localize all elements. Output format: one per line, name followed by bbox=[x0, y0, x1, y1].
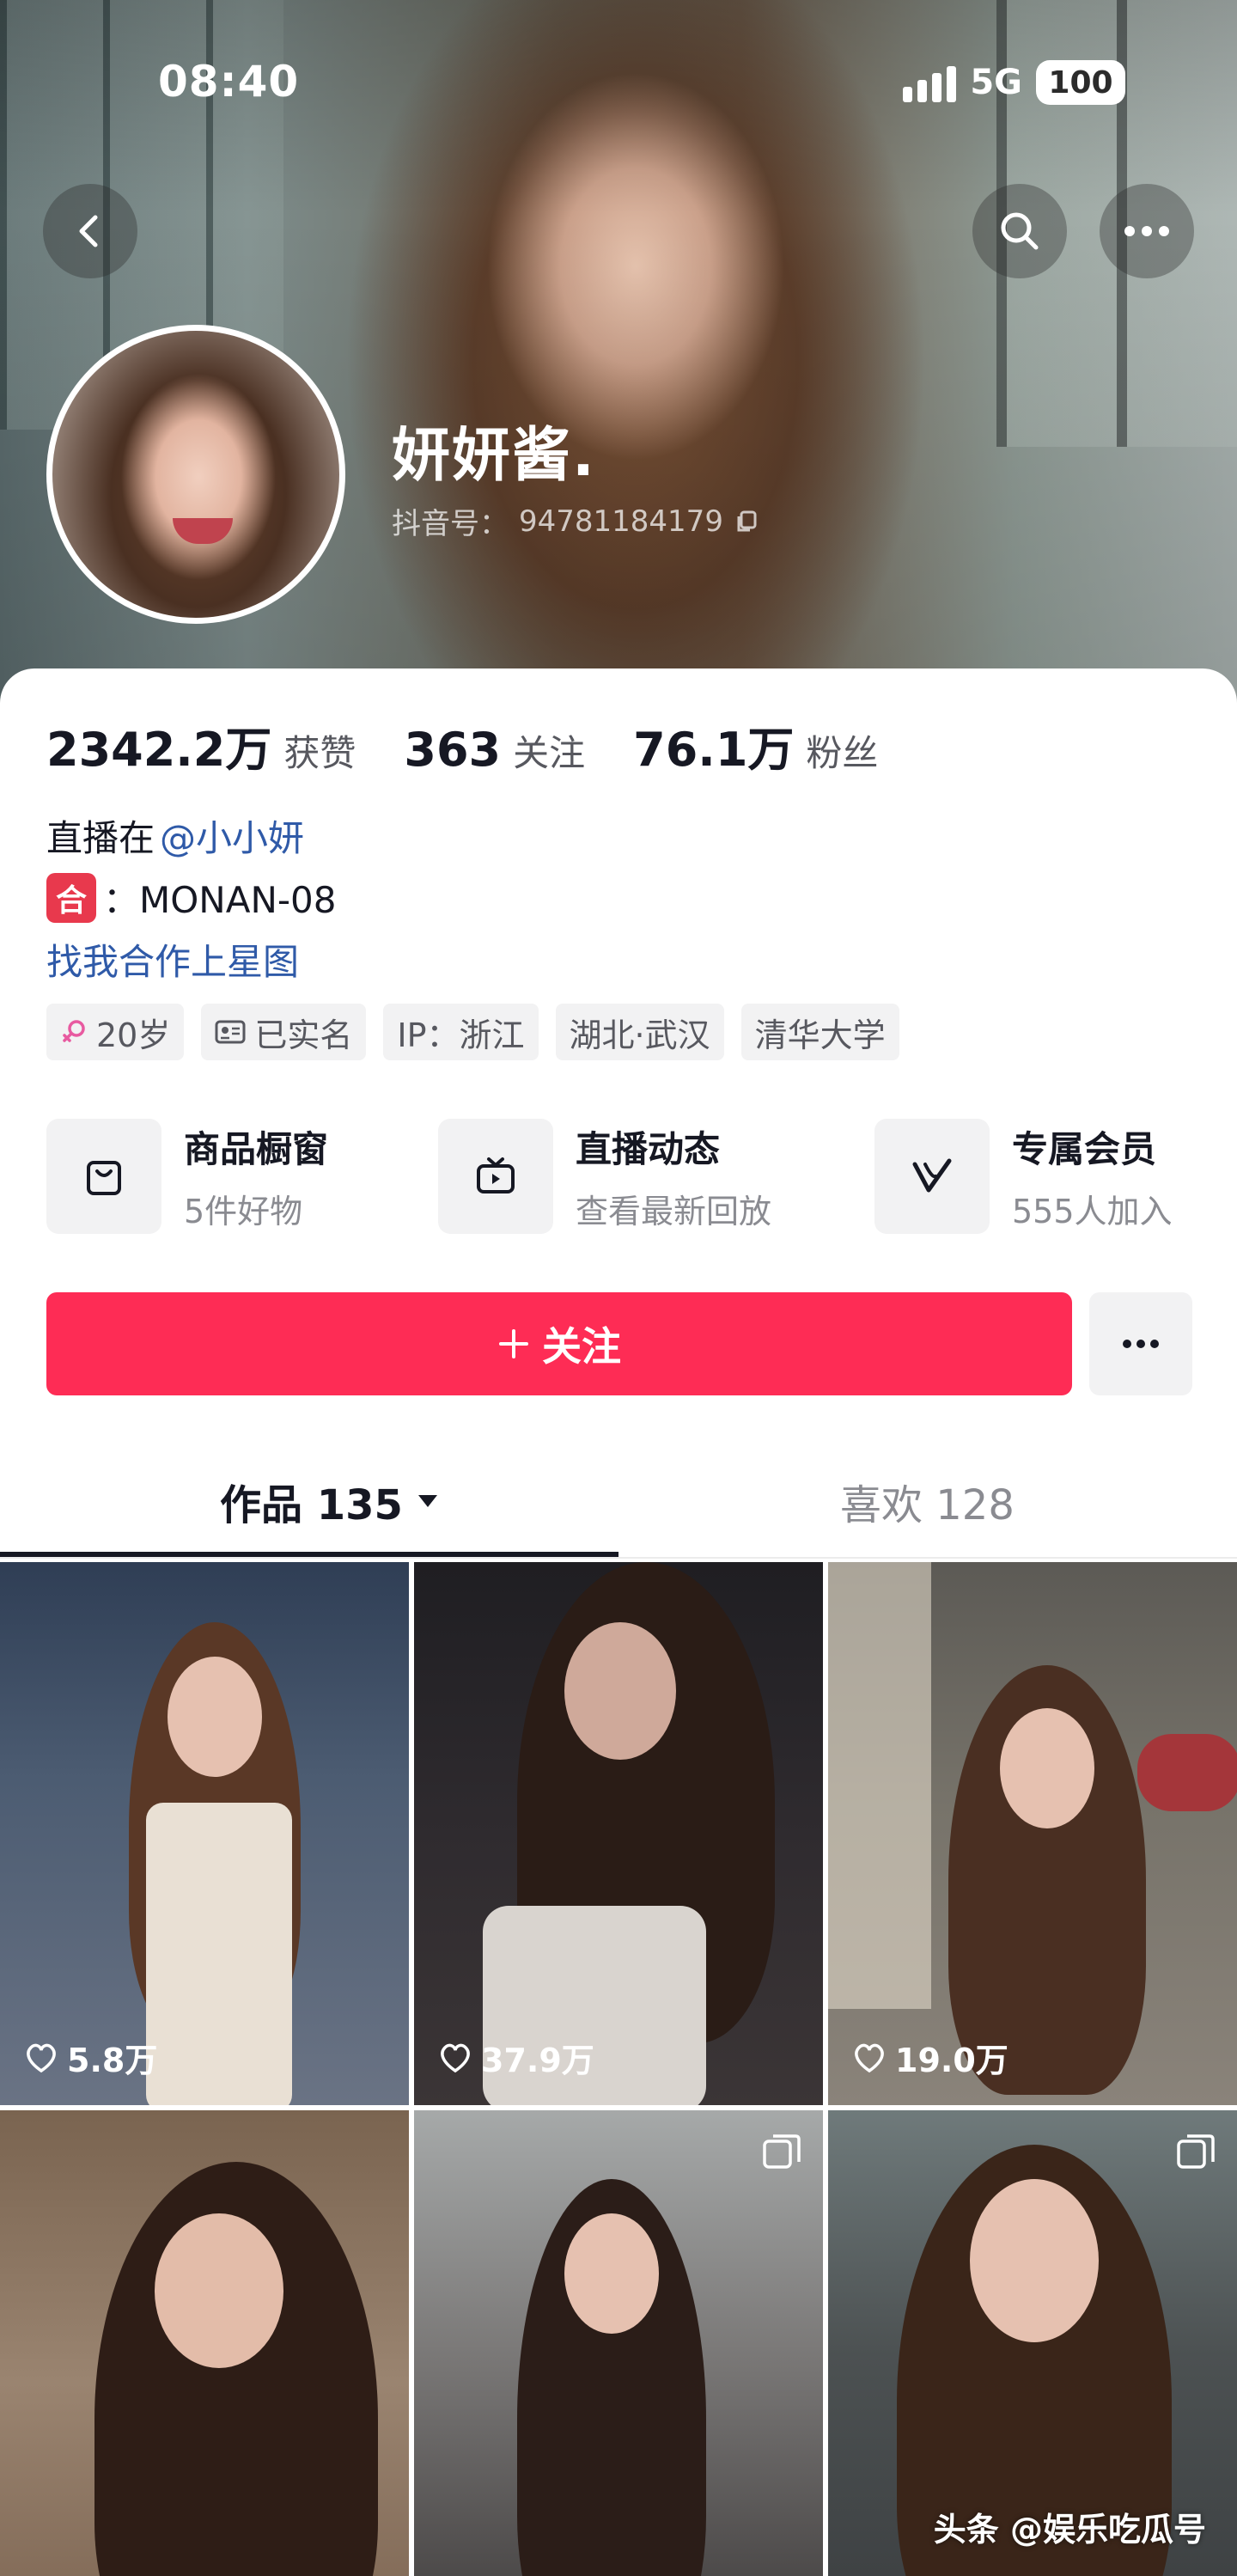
feature-membership[interactable]: 专属会员 555人加入 bbox=[874, 1119, 1173, 1234]
tag-location-text: 湖北·武汉 bbox=[569, 1016, 710, 1054]
search-icon bbox=[1001, 212, 1039, 250]
signal-icon bbox=[903, 63, 957, 102]
live-tv-icon bbox=[477, 1157, 515, 1193]
multi-image-icon bbox=[761, 2133, 802, 2177]
vip-v-icon bbox=[912, 1158, 952, 1193]
video-likes: 19.0万 bbox=[852, 2034, 1008, 2081]
stat-likes-value: 2342.2万 bbox=[46, 723, 272, 777]
video-tile[interactable] bbox=[414, 2110, 823, 2576]
coop-badge-icon: 合 bbox=[46, 872, 96, 923]
id-card-icon bbox=[215, 1020, 246, 1044]
douyin-id-label: 抖音号： bbox=[392, 507, 509, 541]
bio-live-prefix: 直播在 bbox=[46, 817, 155, 859]
douyin-id: 抖音号： 94781184179 bbox=[392, 500, 759, 542]
video-tile[interactable]: 37.9万 bbox=[414, 1562, 823, 2105]
follow-more-button[interactable] bbox=[1089, 1292, 1192, 1395]
tag-verified: 已实名 bbox=[201, 1004, 367, 1060]
tag-age: 20岁 bbox=[46, 1004, 185, 1060]
back-button[interactable] bbox=[43, 184, 137, 278]
stat-likes[interactable]: 2342.2万 获赞 bbox=[46, 711, 356, 779]
douyin-id-value: 94781184179 bbox=[519, 504, 723, 539]
profile-tags: 20岁 已实名 IP：浙江 湖北·武汉 清华大学 bbox=[46, 1004, 899, 1060]
tag-ip-text: IP：浙江 bbox=[397, 1016, 525, 1054]
feature-membership-title: 专属会员 bbox=[1012, 1128, 1157, 1170]
bio-coop-text: ：MONAN-08 bbox=[103, 879, 337, 921]
stat-followers-value: 76.1万 bbox=[633, 723, 795, 777]
stat-following[interactable]: 363 关注 bbox=[404, 723, 585, 777]
tag-verified-text: 已实名 bbox=[254, 1016, 353, 1054]
multi-image-icon bbox=[1175, 2133, 1216, 2177]
tab-likes-label: 喜欢 128 bbox=[840, 1481, 1015, 1529]
video-likes-count: 19.0万 bbox=[895, 2042, 1008, 2079]
feature-showcase-subtitle: 5件好物 bbox=[184, 1193, 303, 1230]
more-dots-icon bbox=[1124, 226, 1169, 236]
tag-ip: IP：浙江 bbox=[383, 1004, 539, 1060]
tag-location: 湖北·武汉 bbox=[555, 1004, 724, 1060]
feature-showcase-icon-box bbox=[46, 1119, 161, 1234]
bio-live-line: 直播在 @小小妍 bbox=[46, 809, 304, 862]
copy-icon[interactable] bbox=[734, 509, 759, 534]
tab-works-label: 作品 135 bbox=[220, 1481, 403, 1529]
caret-down-icon bbox=[417, 1495, 437, 1507]
stat-following-label: 关注 bbox=[513, 732, 586, 774]
feature-live-subtitle: 查看最新回放 bbox=[576, 1193, 772, 1230]
video-likes: 5.8万 bbox=[24, 2034, 157, 2081]
bio-live-mention[interactable]: @小小妍 bbox=[160, 809, 304, 862]
feature-row: 商品橱窗 5件好物 直播动态 查看最新回放 专属会员 555人加入 bbox=[46, 1119, 1197, 1236]
video-likes-count: 37.9万 bbox=[481, 2042, 594, 2079]
stat-likes-label: 获赞 bbox=[283, 732, 356, 774]
stat-following-value: 363 bbox=[404, 723, 502, 777]
more-dots-icon bbox=[1123, 1340, 1159, 1348]
stat-followers[interactable]: 76.1万 粉丝 bbox=[633, 711, 878, 779]
follow-button-label: 关注 bbox=[542, 1323, 621, 1370]
feature-live-icon-box bbox=[438, 1119, 553, 1234]
video-tile[interactable]: 19.0万 bbox=[828, 1562, 1237, 2105]
avatar[interactable] bbox=[46, 325, 345, 624]
bio-coop-line: 合 ：MONAN-08 bbox=[46, 871, 336, 924]
plus-icon bbox=[499, 1329, 528, 1358]
heart-icon bbox=[441, 2043, 470, 2072]
feature-showcase-title: 商品橱窗 bbox=[184, 1128, 329, 1170]
more-options-button[interactable] bbox=[1100, 184, 1194, 278]
watermark-text: 头条 @娱乐吃瓜号 bbox=[933, 2511, 1206, 2549]
search-button[interactable] bbox=[972, 184, 1067, 278]
heart-icon bbox=[27, 2043, 56, 2072]
video-likes-count: 5.8万 bbox=[67, 2042, 158, 2079]
heart-icon bbox=[855, 2043, 884, 2072]
follow-button[interactable]: 关注 bbox=[46, 1292, 1072, 1395]
feature-showcase[interactable]: 商品橱窗 5件好物 bbox=[46, 1119, 328, 1234]
female-icon bbox=[63, 1020, 85, 1042]
video-likes: 37.9万 bbox=[438, 2034, 594, 2081]
tab-works[interactable]: 作品 135 bbox=[220, 1471, 439, 1531]
tab-likes[interactable]: 喜欢 128 bbox=[840, 1471, 1015, 1531]
feature-membership-subtitle: 555人加入 bbox=[1012, 1193, 1173, 1230]
bio-star-link[interactable]: 找我合作上星图 bbox=[46, 933, 299, 986]
stat-followers-label: 粉丝 bbox=[806, 732, 879, 774]
video-tile[interactable]: 5.8万 bbox=[0, 1562, 409, 2105]
chevron-left-icon bbox=[79, 215, 98, 247]
feature-live-title: 直播动态 bbox=[576, 1128, 721, 1170]
feature-live[interactable]: 直播动态 查看最新回放 bbox=[438, 1119, 771, 1234]
network-label: 5G bbox=[970, 63, 1022, 102]
shopping-bag-icon bbox=[87, 1161, 121, 1195]
status-bar-right: 5G 100 bbox=[903, 60, 1125, 105]
stats-row: 2342.2万 获赞 363 关注 76.1万 粉丝 bbox=[46, 711, 926, 779]
feature-membership-icon-box bbox=[874, 1119, 990, 1234]
tag-school: 清华大学 bbox=[740, 1004, 899, 1060]
tab-divider bbox=[0, 1557, 1237, 1559]
profile-name: 妍妍酱. bbox=[392, 422, 596, 490]
video-tile[interactable] bbox=[0, 2110, 409, 2576]
battery-icon: 100 bbox=[1036, 60, 1125, 105]
status-time: 08:40 bbox=[158, 57, 300, 107]
tag-age-text: 20岁 bbox=[96, 1016, 171, 1054]
tag-school-text: 清华大学 bbox=[754, 1016, 886, 1054]
